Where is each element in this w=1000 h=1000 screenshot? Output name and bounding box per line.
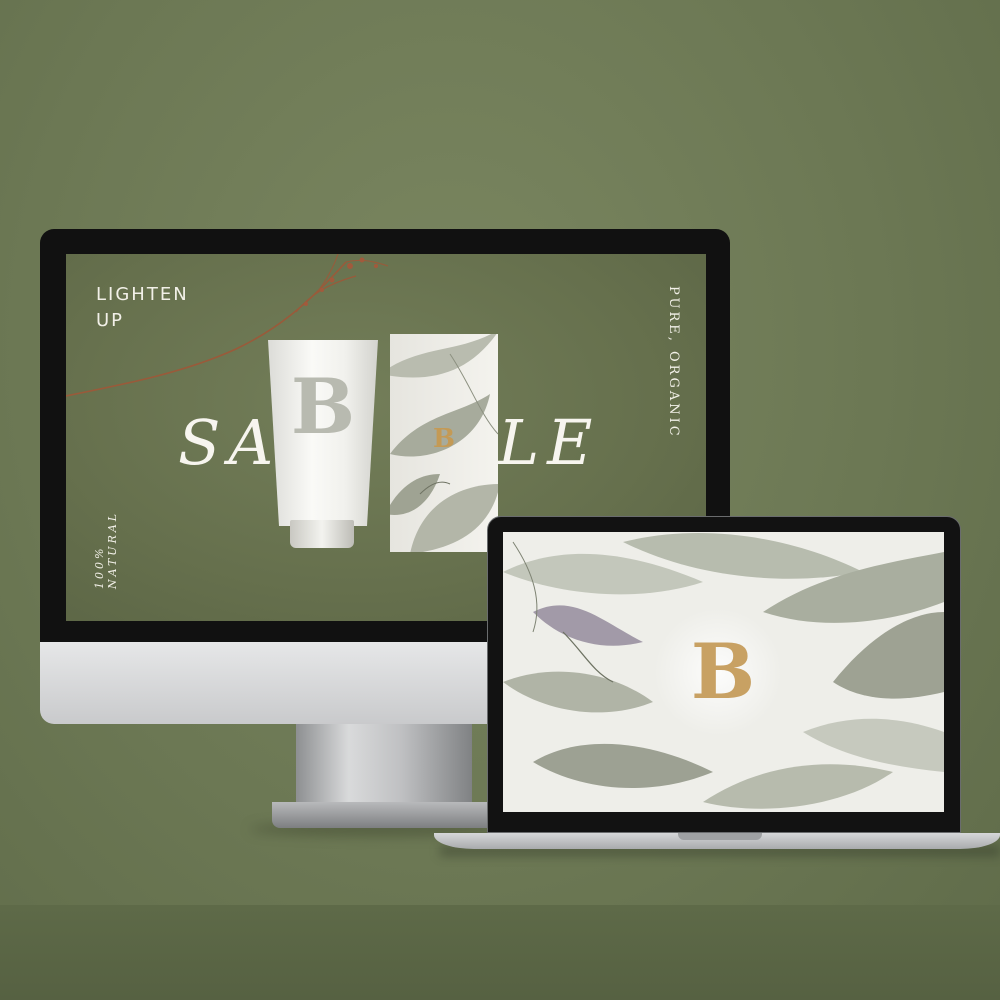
brand-name-left: SA (178, 406, 282, 479)
brand-name-right: LE (498, 406, 601, 479)
laptop-logo-letter: B (690, 627, 756, 716)
product-tube-cap (290, 520, 354, 548)
tube-logo-letter: B (290, 362, 356, 451)
desktop-monitor-stand-foot (272, 802, 496, 828)
laptop-screen: B (503, 532, 944, 812)
desktop-monitor-stand-neck (296, 724, 472, 806)
box-logo-letter: B (433, 424, 455, 454)
tagline: LIGHTEN UP (96, 282, 189, 334)
tagline-line-1: LIGHTEN (96, 284, 189, 305)
tagline-line-2: UP (96, 310, 125, 331)
laptop-opening-notch (678, 833, 762, 840)
side-text-left: 100% NATURAL (93, 510, 119, 589)
floor-surface (0, 905, 1000, 1000)
side-text-right: PURE, ORGANIC (666, 286, 681, 439)
